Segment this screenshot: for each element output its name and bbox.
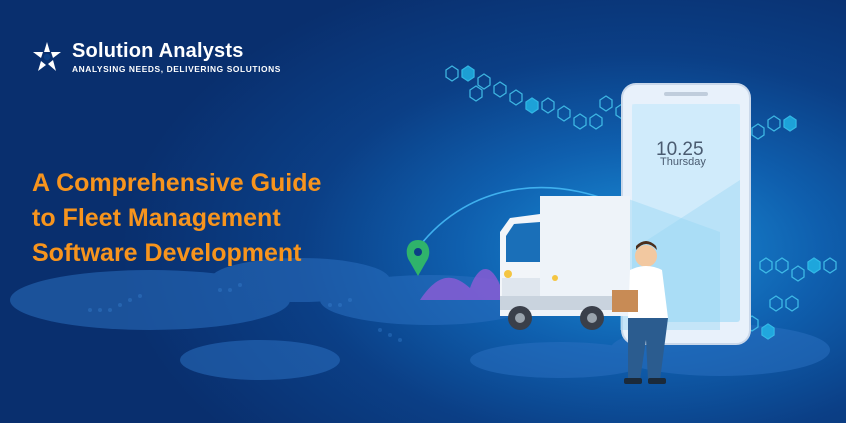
phone-day: Thursday (660, 156, 706, 168)
delivery-truck (500, 196, 630, 330)
signal-wave (420, 268, 505, 300)
fleet-illustration (406, 65, 837, 384)
hero-banner: Solution Analysts ANALYSING NEEDS, DELIV… (0, 0, 846, 423)
location-pin-icon (406, 240, 430, 276)
